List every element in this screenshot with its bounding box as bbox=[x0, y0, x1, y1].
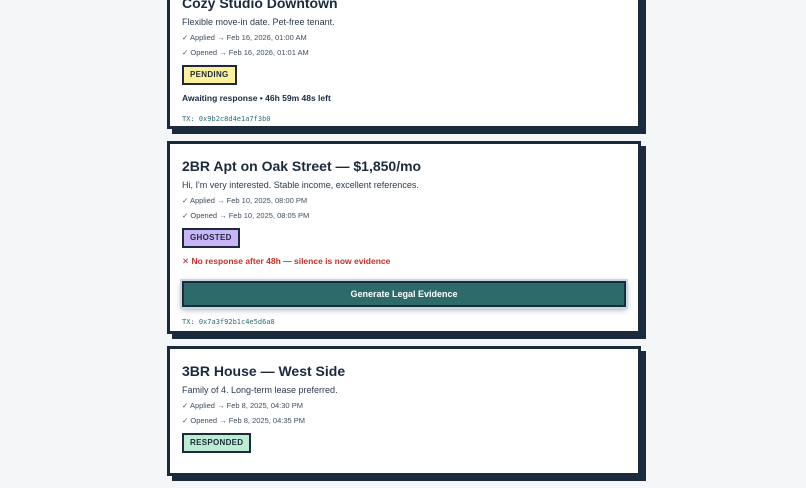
status-badge: PENDING bbox=[182, 65, 237, 85]
listing-title: 3BR House — West Side bbox=[182, 363, 346, 379]
response-countdown: Awaiting response • 46h 59m 48s left bbox=[182, 93, 331, 103]
opened-timestamp: ✓ Opened → Feb 16, 2026, 01:01 AM bbox=[182, 48, 309, 57]
listing-title: 2BR Apt on Oak Street — $1,850/mo bbox=[182, 158, 422, 174]
application-feed: Cozy Studio Downtown Flexible move-in da… bbox=[167, 0, 641, 488]
opened-timestamp: ✓ Opened → Feb 10, 2025, 08:05 PM bbox=[182, 211, 310, 220]
listing-title: Cozy Studio Downtown bbox=[182, 0, 338, 11]
transaction-hash: TX: 0x9b2c8d4e1a7f3b0 bbox=[182, 115, 271, 123]
status-badge: RESPONDED bbox=[182, 433, 252, 453]
applied-timestamp: ✓ Applied → Feb 10, 2025, 08:00 PM bbox=[182, 196, 308, 205]
application-card: 2BR Apt on Oak Street — $1,850/mo Hi, I'… bbox=[167, 141, 641, 334]
applied-timestamp: ✓ Applied → Feb 16, 2026, 01:00 AM bbox=[182, 33, 307, 42]
application-card: 3BR House — West Side Family of 4. Long-… bbox=[167, 346, 641, 476]
applied-timestamp: ✓ Applied → Feb 8, 2025, 04:30 PM bbox=[182, 401, 303, 410]
application-card: Cozy Studio Downtown Flexible move-in da… bbox=[167, 0, 641, 129]
generate-legal-evidence-button[interactable]: Generate Legal Evidence bbox=[182, 281, 626, 307]
opened-timestamp: ✓ Opened → Feb 8, 2025, 04:35 PM bbox=[182, 416, 306, 425]
application-message: Family of 4. Long-term lease preferred. bbox=[182, 385, 338, 395]
transaction-hash: TX: 0x7a3f92b1c4e5d6a8 bbox=[182, 318, 275, 326]
application-message: Hi, I'm very interested. Stable income, … bbox=[182, 180, 419, 190]
ghosted-notice: ✕ No response after 48h — silence is now… bbox=[182, 256, 391, 266]
status-badge: GHOSTED bbox=[182, 228, 240, 248]
application-message: Flexible move-in date. Pet-free tenant. bbox=[182, 17, 335, 27]
